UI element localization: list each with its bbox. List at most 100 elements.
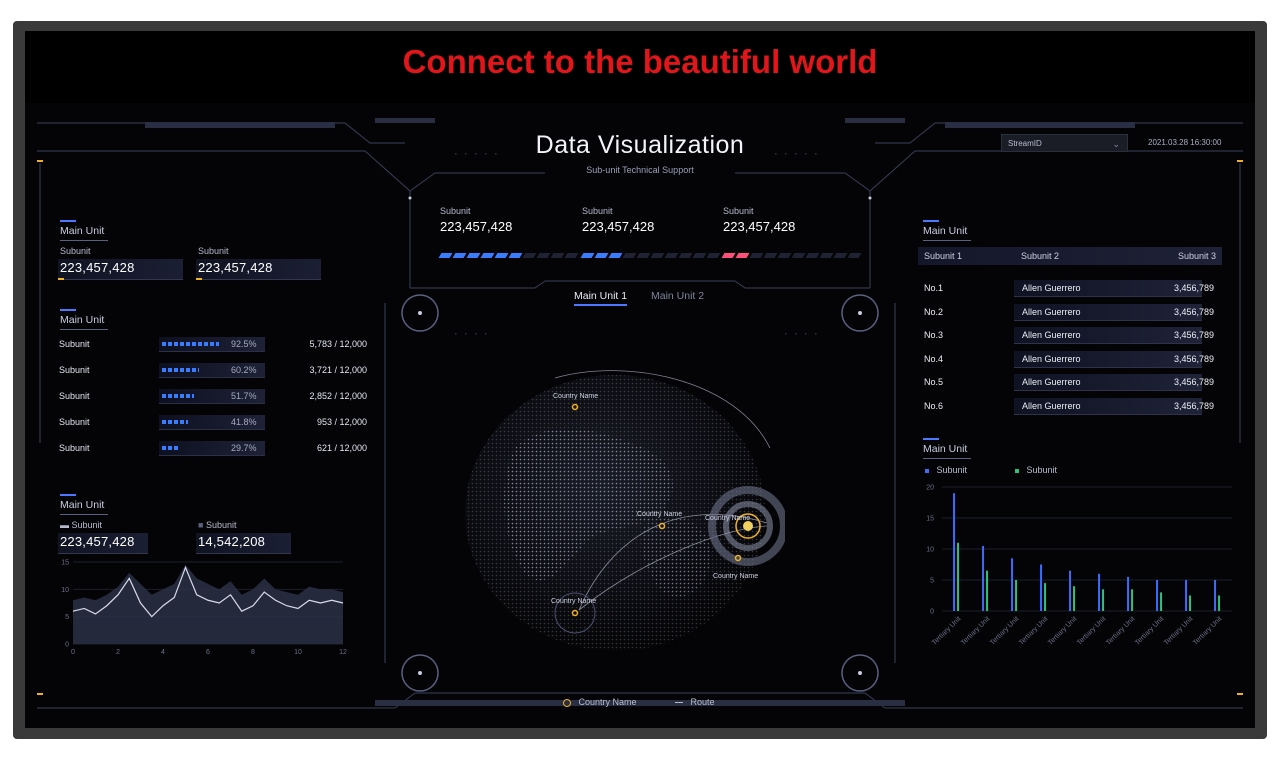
col-header: Subunit 2	[1021, 251, 1060, 261]
left-panel2-title: Main Unit	[60, 309, 108, 330]
bar	[957, 542, 960, 611]
row-name: Allen Guerrero	[1022, 353, 1081, 364]
table-header: Subunit 1 Subunit 2 Subunit 3	[918, 247, 1222, 265]
bar	[1131, 589, 1134, 611]
x-tick-label: 12	[339, 649, 347, 656]
table-row[interactable]: No.6 Allen Guerrero 3,456,789	[918, 396, 1214, 416]
bar	[1214, 580, 1217, 611]
level-segment	[692, 253, 707, 258]
progress-count: 3,721 / 12,000	[309, 365, 367, 375]
progress-fill	[162, 368, 200, 372]
dashboard: Data Visualization Sub-unit Technical Su…	[25, 103, 1255, 728]
title-underline	[60, 329, 108, 330]
level-segment	[678, 253, 693, 258]
legend-series-2: Subunit	[1015, 465, 1057, 475]
progress-percent: 51.7%	[231, 391, 257, 401]
col-header: Subunit 3	[1177, 251, 1216, 261]
level-segment	[819, 253, 834, 258]
level-segment	[608, 253, 623, 258]
bar	[1185, 580, 1188, 611]
level-segment	[791, 253, 806, 258]
x-tick-label: 0	[71, 649, 75, 656]
bar	[1156, 580, 1159, 611]
row-rank: No.2	[924, 306, 944, 317]
card-value: 223,457,428	[582, 219, 655, 234]
title-accent	[60, 220, 76, 222]
row-name: Allen Guerrero	[1022, 377, 1081, 388]
x-tick-label: Tertiary Unit	[960, 615, 991, 646]
row-value: 3,456,789	[1173, 306, 1214, 317]
tab-main-unit-2[interactable]: Main Unit 2	[651, 290, 704, 302]
level-bar	[438, 253, 579, 258]
level-segment	[833, 253, 848, 258]
x-tick-label: Tertiary Unit	[1047, 615, 1078, 646]
y-tick-label: 0	[930, 609, 934, 616]
globe-map: Country Name Country Name Country Name C…	[465, 370, 785, 651]
row-name: Allen Guerrero	[1022, 283, 1081, 293]
chevron-down-icon: ⌄	[1112, 139, 1120, 149]
card-value: 223,457,428	[440, 219, 513, 234]
row-rank: No.3	[924, 330, 944, 341]
stream-select-value: StreamID	[1008, 139, 1042, 148]
dashboard-title: Data Visualization	[535, 131, 745, 159]
level-segment	[706, 253, 721, 258]
title-underline	[60, 240, 108, 241]
level-segment	[550, 253, 565, 258]
x-tick-label: Tertiary Unit	[1076, 615, 1107, 646]
table-row[interactable]: No.3 Allen Guerrero 3,456,789	[918, 325, 1214, 345]
table-row[interactable]: No.2 Allen Guerrero 3,456,789	[918, 302, 1214, 322]
stat-label: Subunit	[60, 246, 91, 256]
level-bar	[580, 253, 721, 258]
progress-fill	[162, 420, 188, 424]
row-rank: No.1	[924, 283, 944, 293]
level-segment	[594, 253, 609, 258]
bar	[1098, 573, 1101, 611]
col-header: Subunit 1	[924, 251, 963, 261]
left-panel1-title: Main Unit	[60, 220, 108, 241]
bar	[1218, 595, 1221, 611]
bar	[1127, 576, 1130, 611]
left-panel3-title: Main Unit	[60, 494, 108, 515]
country-label: Country Name	[637, 511, 682, 518]
dashboard-subtitle: Sub-unit Technical Support	[586, 165, 694, 175]
row-rank: No.4	[924, 353, 944, 364]
x-tick-label: Tertiary Unit	[1163, 615, 1194, 646]
progress-row: Subunit 60.2% 3,721 / 12,000	[59, 360, 377, 382]
level-segment	[580, 253, 595, 258]
table-row[interactable]: No.1 Allen Guerrero 3,456,789	[918, 278, 1214, 298]
stat-value: 14,542,208	[198, 534, 266, 549]
stream-select[interactable]: StreamID ⌄	[1001, 134, 1128, 152]
progress-count: 2,852 / 12,000	[309, 391, 367, 401]
legend-country: Country Name	[563, 697, 637, 707]
x-tick-label: Tertiary Unit	[1018, 615, 1049, 646]
level-segment	[777, 253, 792, 258]
level-segment	[508, 253, 523, 258]
row-value: 3,456,789	[1173, 377, 1214, 388]
y-tick-label: 15	[926, 516, 934, 523]
level-segment	[735, 253, 750, 258]
title-accent	[923, 438, 939, 440]
level-bar	[721, 253, 862, 258]
datetime-display: 2021.03.28 16:30:00	[1148, 138, 1222, 147]
table-row[interactable]: No.4 Allen Guerrero 3,456,789	[918, 349, 1214, 369]
bar	[986, 570, 989, 611]
level-segment	[480, 253, 495, 258]
legend-subunit-line: ▬ Subunit	[60, 520, 103, 530]
table-row[interactable]: No.5 Allen Guerrero 3,456,789	[918, 372, 1214, 392]
title-underline	[923, 458, 971, 459]
progress-row: Subunit 41.8% 953 / 12,000	[59, 412, 377, 434]
bar	[1160, 592, 1163, 611]
level-segment	[494, 253, 509, 258]
stat-label: Subunit	[198, 246, 229, 256]
bar	[1011, 558, 1014, 611]
country-label: Country Name	[553, 393, 598, 400]
progress-label: Subunit	[59, 417, 90, 427]
x-tick-label: 4	[161, 649, 165, 656]
progress-label: Subunit	[59, 339, 90, 349]
progress-count: 621 / 12,000	[316, 443, 367, 453]
level-segment	[466, 253, 481, 258]
tab-main-unit-1[interactable]: Main Unit 1	[574, 290, 628, 306]
subunit-card: Subunit 223,457,428	[438, 206, 579, 258]
title-accent	[923, 220, 939, 222]
bar	[1102, 589, 1105, 611]
